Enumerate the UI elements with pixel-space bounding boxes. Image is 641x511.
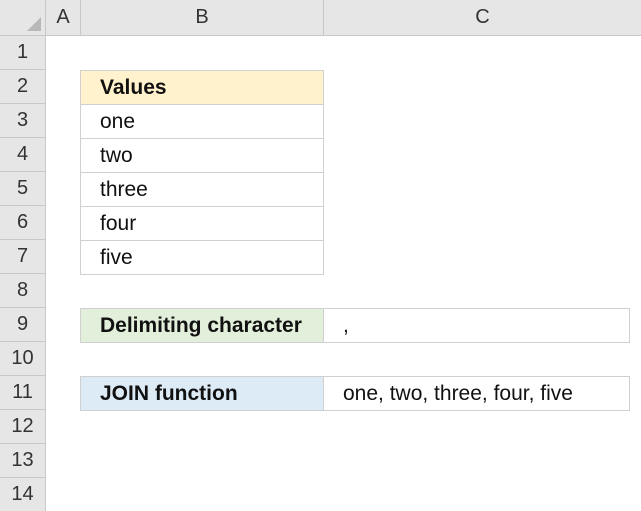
row-header-1[interactable]: 1 [0, 36, 46, 70]
select-all-icon [27, 17, 41, 31]
cell-c9-delimiter-value[interactable]: , [323, 308, 630, 343]
cell-c11-join-result[interactable]: one, two, three, four, five [323, 376, 630, 411]
cell-b3[interactable]: one [80, 104, 324, 139]
cell-b4[interactable]: two [80, 138, 324, 173]
row-header-9[interactable]: 9 [0, 308, 46, 342]
select-all-corner[interactable] [0, 0, 46, 36]
row-header-5[interactable]: 5 [0, 172, 46, 206]
row-header-4[interactable]: 4 [0, 138, 46, 172]
row-header-3[interactable]: 3 [0, 104, 46, 138]
row-header-13[interactable]: 13 [0, 444, 46, 478]
row-header-10[interactable]: 10 [0, 342, 46, 376]
cell-b9-delimiter-label[interactable]: Delimiting character [80, 308, 324, 343]
spreadsheet-grid: A B C 1 2 3 4 5 6 7 8 9 10 11 12 13 14 V… [0, 0, 641, 511]
column-header-b[interactable]: B [81, 0, 324, 36]
cell-b6[interactable]: four [80, 206, 324, 241]
row-header-7[interactable]: 7 [0, 240, 46, 274]
row-header-12[interactable]: 12 [0, 410, 46, 444]
cell-b2-values-header[interactable]: Values [80, 70, 324, 105]
column-header-c[interactable]: C [324, 0, 641, 36]
row-header-6[interactable]: 6 [0, 206, 46, 240]
row-header-11[interactable]: 11 [0, 376, 46, 410]
cell-b11-join-label[interactable]: JOIN function [80, 376, 324, 411]
cell-b7[interactable]: five [80, 240, 324, 275]
row-header-2[interactable]: 2 [0, 70, 46, 104]
row-header-14[interactable]: 14 [0, 478, 46, 511]
cell-b5[interactable]: three [80, 172, 324, 207]
column-header-a[interactable]: A [46, 0, 81, 36]
row-header-8[interactable]: 8 [0, 274, 46, 308]
